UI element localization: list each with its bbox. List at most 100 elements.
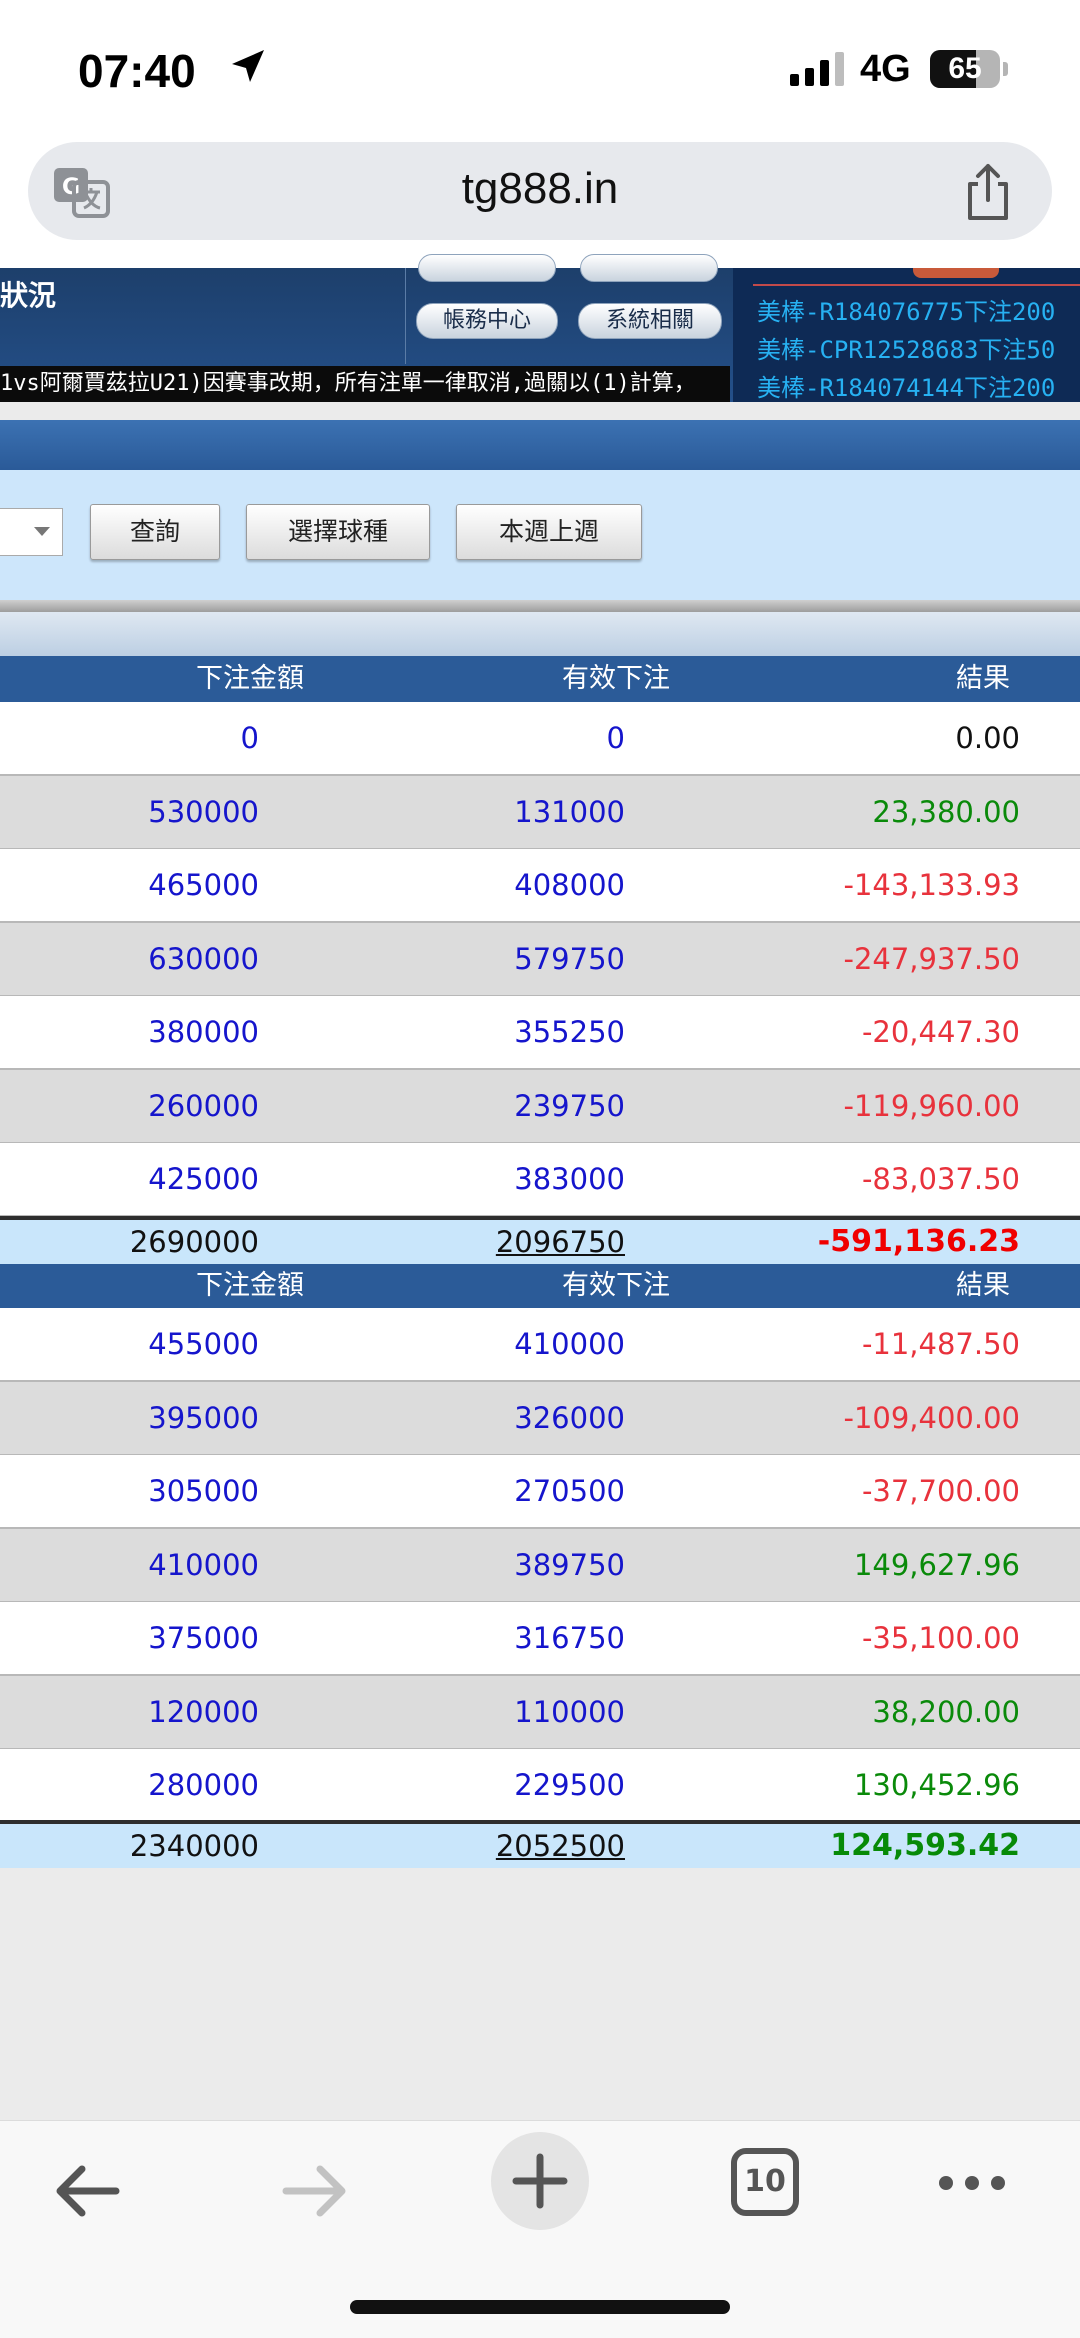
valid-bet-cell: 270500 — [514, 1474, 625, 1508]
valid-bet-cell: 131000 — [514, 794, 625, 829]
bet-amount-cell: 395000 — [148, 1400, 259, 1435]
valid-bet-cell: 239750 — [514, 1088, 625, 1123]
total-bet-amount: 2690000 — [129, 1225, 259, 1259]
table-row: 465000 408000 -143,133.93 — [0, 849, 1080, 923]
table-header: 下注金額 有效下注 結果 — [0, 1264, 1080, 1308]
status-bar: 07:40 4G 65 — [0, 0, 1080, 140]
column-header-valid-bet: 有效下注 — [562, 663, 670, 694]
valid-bet-cell: 110000 — [514, 1694, 625, 1729]
clock: 07:40 — [78, 45, 196, 97]
cellular-signal-icon — [790, 52, 844, 86]
result-cell: -143,133.93 — [843, 868, 1020, 902]
total-valid-bet-link[interactable]: 2096750 — [496, 1220, 625, 1264]
table-row: 630000 579750 -247,937.50 — [0, 922, 1080, 997]
table-row: 455000 410000 -11,487.50 — [0, 1308, 1080, 1382]
table-total-row: 2340000 2052500 124,593.42 — [0, 1820, 1080, 1868]
table-row: 530000 131000 23,380.00 — [0, 775, 1080, 850]
valid-bet-cell: 316750 — [514, 1621, 625, 1655]
valid-bet-cell: 410000 — [514, 1327, 625, 1361]
result-cell: -247,937.50 — [843, 941, 1020, 976]
table-row: 280000 229500 130,452.96 — [0, 1749, 1080, 1823]
result-cell: -37,700.00 — [861, 1474, 1020, 1508]
table-row: 305000 270500 -37,700.00 — [0, 1455, 1080, 1529]
table-row: 425000 383000 -83,037.50 — [0, 1143, 1080, 1217]
result-cell: -83,037.50 — [861, 1162, 1020, 1196]
announcement-marquee: 1vs阿爾賈茲拉U21)因賽事改期，所有注單一律取消,過關以(1)計算， — [0, 366, 730, 402]
column-header-bet-amount: 下注金額 — [196, 1270, 304, 1301]
bet-amount-cell: 530000 — [148, 794, 259, 829]
page-title: 狀況 — [0, 279, 57, 312]
bet-amount-cell: 305000 — [148, 1474, 259, 1508]
header-title-area: 狀況 — [0, 268, 406, 364]
feed-divider — [753, 284, 1080, 286]
site-header: 狀況 帳務中心 系統相關 1vs阿爾賈茲拉U21)因賽事改期，所有注單一律取消,… — [0, 254, 1080, 402]
menu-item-hidden-1[interactable] — [418, 254, 556, 282]
valid-bet-cell: 355250 — [514, 1015, 625, 1049]
column-header-result: 結果 — [956, 663, 1010, 694]
back-arrow-icon[interactable] — [52, 2155, 124, 2227]
chevron-down-icon — [34, 527, 50, 536]
bet-amount-cell: 380000 — [148, 1015, 259, 1049]
table-header: 下注金額 有效下注 結果 — [0, 656, 1080, 702]
result-cell: -20,447.30 — [861, 1015, 1020, 1049]
valid-bet-cell: 579750 — [514, 941, 625, 976]
bet-amount-cell: 0 — [240, 721, 259, 755]
bet-amount-cell: 455000 — [148, 1327, 259, 1361]
query-button[interactable]: 查詢 — [90, 504, 220, 560]
bet-amount-cell: 120000 — [148, 1694, 259, 1729]
bet-amount-cell: 425000 — [148, 1162, 259, 1196]
result-cell: -11,487.50 — [861, 1327, 1020, 1361]
menu-system[interactable]: 系統相關 — [578, 303, 722, 339]
total-valid-bet-link[interactable]: 2052500 — [496, 1824, 625, 1868]
column-header-valid-bet: 有效下注 — [562, 1270, 670, 1301]
tab-count[interactable]: 10 — [730, 2147, 800, 2217]
select-sport-button[interactable]: 選擇球種 — [246, 504, 430, 560]
column-header-bet-amount: 下注金額 — [196, 663, 304, 694]
bet-amount-cell: 280000 — [148, 1768, 259, 1802]
result-cell: -109,400.00 — [843, 1400, 1020, 1435]
menu-accounting-center[interactable]: 帳務中心 — [416, 303, 558, 339]
url-text[interactable]: tg888.in — [28, 164, 1052, 214]
home-indicator — [350, 2300, 730, 2314]
table-total-row: 2690000 2096750 -591,136.23 — [0, 1216, 1080, 1264]
share-icon[interactable] — [960, 162, 1016, 222]
bet-amount-cell: 260000 — [148, 1088, 259, 1123]
result-cell: 130,452.96 — [853, 1768, 1020, 1802]
table-row: 0 0 0.00 — [0, 702, 1080, 776]
valid-bet-cell: 408000 — [514, 868, 625, 902]
result-cell: 23,380.00 — [872, 794, 1020, 829]
bet-amount-cell: 410000 — [148, 1547, 259, 1582]
week-toggle-button[interactable]: 本週上週 — [456, 504, 642, 560]
valid-bet-cell: 389750 — [514, 1547, 625, 1582]
total-result: -591,136.23 — [817, 1224, 1020, 1259]
address-bar[interactable]: G tg888.in — [28, 142, 1052, 240]
valid-bet-cell: 326000 — [514, 1400, 625, 1435]
valid-bet-cell: 383000 — [514, 1162, 625, 1196]
table-row: 375000 316750 -35,100.00 — [0, 1602, 1080, 1676]
table-row: 395000 326000 -109,400.00 — [0, 1381, 1080, 1456]
result-cell: 38,200.00 — [872, 1694, 1020, 1729]
table-row: 120000 110000 38,200.00 — [0, 1675, 1080, 1750]
forward-arrow-icon[interactable] — [278, 2155, 350, 2227]
network-type: 4G — [860, 48, 911, 90]
feed-line: 美棒-R184076775下注200 — [757, 298, 1056, 326]
valid-bet-cell: 229500 — [514, 1768, 625, 1802]
valid-bet-cell: 0 — [606, 721, 625, 755]
total-result: 124,593.42 — [830, 1828, 1020, 1863]
feed-tab-decoration — [913, 268, 999, 278]
bet-amount-cell: 375000 — [148, 1621, 259, 1655]
location-arrow-icon — [232, 50, 264, 82]
table-row: 410000 389750 149,627.96 — [0, 1528, 1080, 1603]
total-bet-amount: 2340000 — [129, 1829, 259, 1863]
more-options-icon[interactable] — [936, 2171, 1008, 2195]
divider — [0, 600, 1080, 612]
new-tab-plus-icon[interactable] — [490, 2131, 590, 2231]
feed-line: 美棒-CPR12528683下注50 — [757, 336, 1056, 364]
bet-amount-cell: 630000 — [148, 941, 259, 976]
battery-level: 65 — [948, 52, 982, 85]
date-select[interactable] — [0, 508, 63, 556]
battery-tip — [1003, 62, 1008, 76]
result-cell: 149,627.96 — [853, 1547, 1020, 1582]
table-row: 380000 355250 -20,447.30 — [0, 996, 1080, 1070]
menu-item-hidden-2[interactable] — [580, 254, 718, 282]
